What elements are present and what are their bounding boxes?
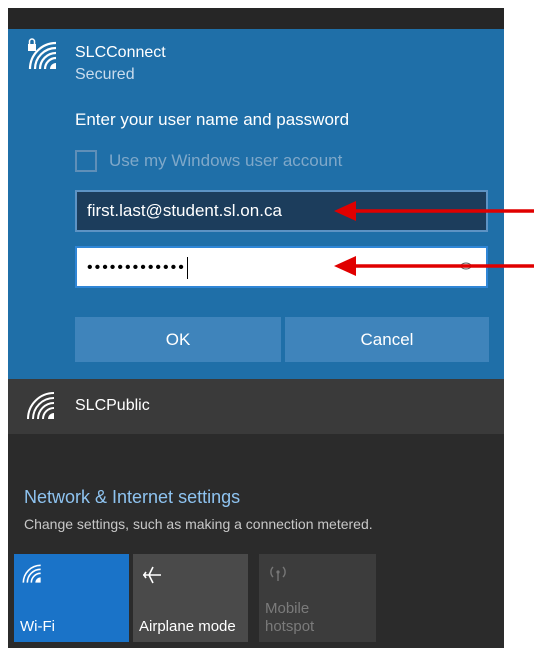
arrow-password (334, 256, 534, 276)
annotation-arrows (334, 201, 534, 276)
arrow-username (334, 201, 534, 221)
